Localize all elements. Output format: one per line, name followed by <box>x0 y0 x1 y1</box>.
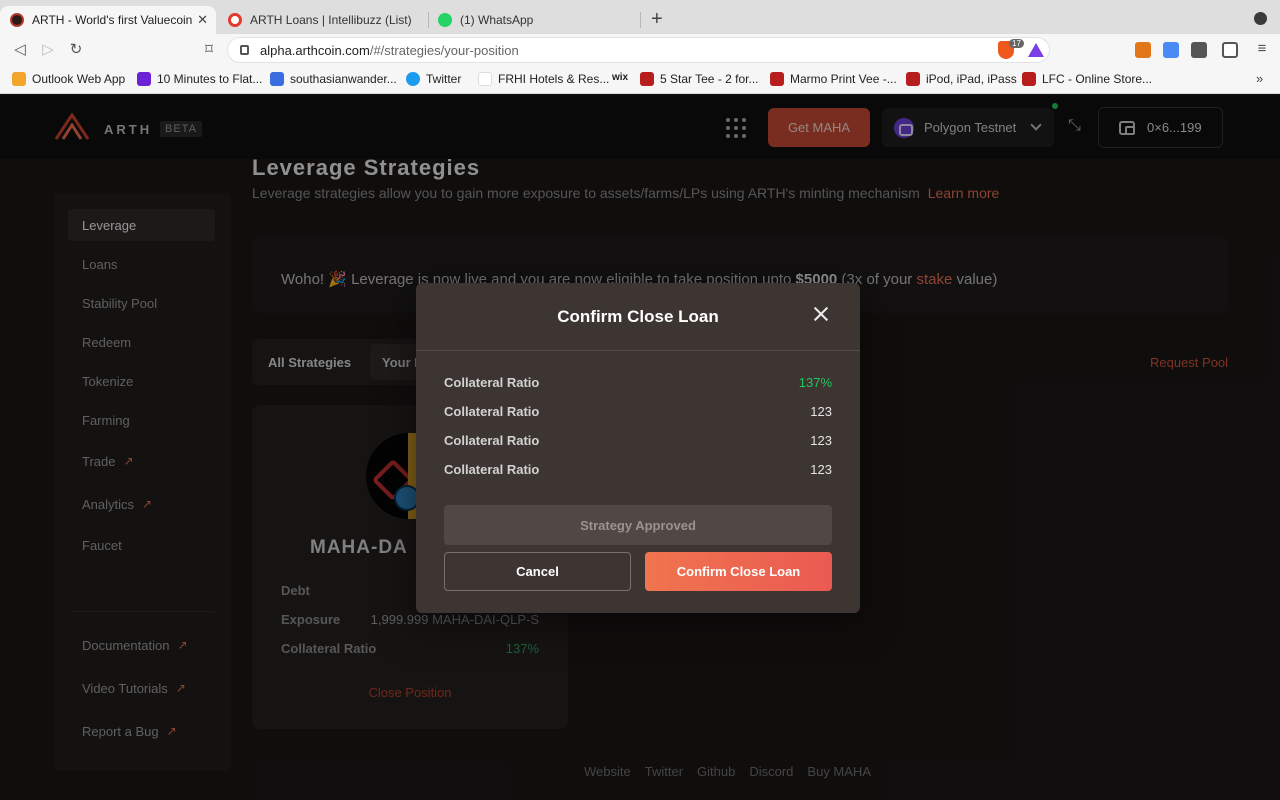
extensions-puzzle-icon[interactable] <box>1191 42 1207 58</box>
tab-separator <box>640 12 641 28</box>
translate-extension-icon[interactable] <box>1163 42 1179 58</box>
tab-title: ARTH Loans | Intellibuzz (List) <box>250 13 412 27</box>
wix-bookmark[interactable]: wix <box>612 72 628 83</box>
bookmark-icon[interactable]: ⌑ <box>199 40 219 58</box>
bookmark-item[interactable]: FRHI Hotels & Res... <box>478 72 609 86</box>
cancel-button[interactable]: Cancel <box>444 552 631 591</box>
more-bookmarks-icon[interactable]: » <box>1256 71 1263 86</box>
address-bar[interactable]: alpha.arthcoin.com/#/strategies/your-pos… <box>227 37 1050 63</box>
lock-icon <box>240 45 249 55</box>
tab-title: ARTH - World's first Valuecoin <box>32 13 193 27</box>
modal-info-row: Collateral Ratio 137% <box>444 375 832 390</box>
yahoo-icon <box>137 72 151 86</box>
bookmark-item[interactable]: Outlook Web App <box>12 72 125 86</box>
browser-tab-intellibuzz[interactable]: ARTH Loans | Intellibuzz (List) <box>218 6 424 34</box>
page-icon <box>478 72 492 86</box>
close-tab-icon[interactable]: ✕ <box>197 12 208 28</box>
metamask-extension-icon[interactable] <box>1135 42 1151 58</box>
bookmark-item[interactable]: LFC - Online Store... <box>1022 72 1152 86</box>
browser-menu-icon[interactable]: ≡ <box>1252 40 1272 57</box>
modal-title: Confirm Close Loan <box>557 307 719 326</box>
bookmark-item[interactable]: iPod, iPad, iPass <box>906 72 1017 86</box>
bookmarks-bar: Outlook Web App 10 Minutes to Flat... so… <box>0 66 1280 94</box>
bookmark-item[interactable]: Marmo Print Vee -... <box>770 72 897 86</box>
modal-divider <box>416 350 860 351</box>
reload-icon[interactable]: ↻ <box>66 40 86 58</box>
site-icon <box>1022 72 1036 86</box>
browser-tab-whatsapp[interactable]: (1) WhatsApp <box>428 6 638 34</box>
twitter-icon <box>406 72 420 86</box>
new-tab-button[interactable]: + <box>651 9 663 29</box>
intellibuzz-favicon-icon <box>228 13 242 27</box>
site-icon <box>270 72 284 86</box>
bookmark-item[interactable]: 10 Minutes to Flat... <box>137 72 262 86</box>
strategy-approved-button: Strategy Approved <box>444 505 832 545</box>
shield-count-badge: 17 <box>1009 39 1024 48</box>
tab-search-icon[interactable] <box>1254 12 1267 25</box>
browser-tab-strip: ARTH - World's first Valuecoin ✕ ARTH Lo… <box>0 0 1280 34</box>
bookmark-item[interactable]: 5 Star Tee - 2 for... <box>640 72 759 86</box>
site-icon <box>770 72 784 86</box>
outlook-icon <box>12 72 26 86</box>
bookmark-item[interactable]: southasianwander... <box>270 72 397 86</box>
tab-title: (1) WhatsApp <box>460 13 534 27</box>
confirm-close-loan-button[interactable]: Confirm Close Loan <box>645 552 832 591</box>
wallet-extension-icon[interactable] <box>1222 42 1238 58</box>
confirm-close-loan-modal: Confirm Close Loan Collateral Ratio 137% … <box>416 283 860 613</box>
forward-icon[interactable]: ▷ <box>38 40 58 58</box>
brave-rewards-icon[interactable] <box>1028 43 1044 57</box>
url-text: alpha.arthcoin.com/#/strategies/your-pos… <box>260 43 519 58</box>
site-icon <box>906 72 920 86</box>
modal-info-row: Collateral Ratio 123 <box>444 404 832 419</box>
modal-info-row: Collateral Ratio 123 <box>444 462 832 477</box>
browser-toolbar: ◁ ▷ ↻ ⌑ alpha.arthcoin.com/#/strategies/… <box>0 34 1280 66</box>
site-icon <box>640 72 654 86</box>
whatsapp-favicon-icon <box>438 13 452 27</box>
back-icon[interactable]: ◁ <box>10 40 30 58</box>
modal-info-row: Collateral Ratio 123 <box>444 433 832 448</box>
browser-tab-arth[interactable]: ARTH - World's first Valuecoin ✕ <box>0 6 216 34</box>
arth-favicon-icon <box>10 13 24 27</box>
close-icon[interactable] <box>814 307 828 321</box>
bookmark-item[interactable]: Twitter <box>406 72 461 86</box>
